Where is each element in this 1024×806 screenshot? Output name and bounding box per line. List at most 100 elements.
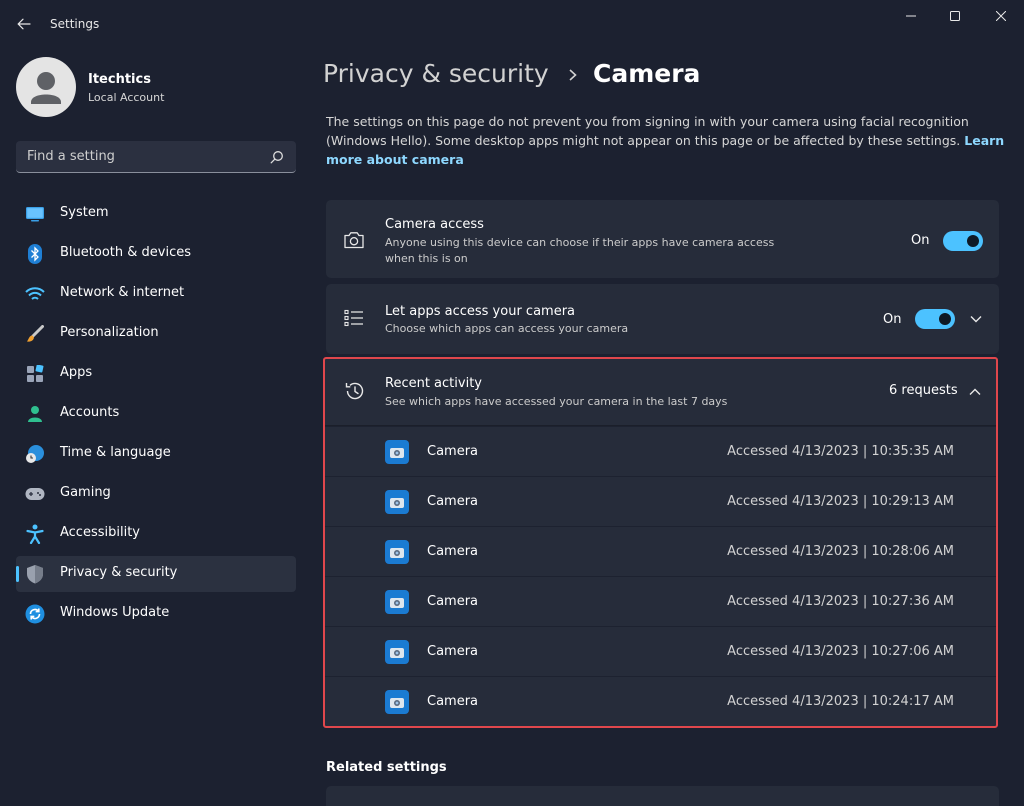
sidebar-item-label: Bluetooth & devices <box>60 245 191 260</box>
access-time: Accessed 4/13/2023 | 10:27:06 AM <box>727 644 954 659</box>
shield-icon <box>25 564 45 584</box>
camera-access-state: On <box>911 233 930 248</box>
sidebar-item-network[interactable]: Network & internet <box>16 276 296 312</box>
recent-activity-title: Recent activity <box>385 376 482 391</box>
app-name: Camera <box>427 444 479 459</box>
selection-indicator <box>16 566 19 582</box>
app-name: Camera <box>427 544 479 559</box>
access-time: Accessed 4/13/2023 | 10:27:36 AM <box>727 594 954 609</box>
sidebar-item-label: Personalization <box>60 325 159 340</box>
paintbrush-icon <box>25 324 45 344</box>
recent-activity-panel: Recent activity See which apps have acce… <box>323 357 998 728</box>
app-name: Camera <box>427 644 479 659</box>
app-access-card[interactable]: Let apps access your camera Choose which… <box>326 284 999 354</box>
request-count: 6 requests <box>889 383 958 398</box>
gamepad-icon <box>25 484 45 504</box>
sidebar-item-gaming[interactable]: Gaming <box>16 476 296 512</box>
sidebar-item-label: System <box>60 205 109 220</box>
app-name: Camera <box>427 594 479 609</box>
list-item: Camera Accessed 4/13/2023 | 10:27:36 AM <box>325 576 996 626</box>
user-silhouette-icon <box>31 72 61 104</box>
account-type: Local Account <box>88 91 165 104</box>
apps-icon <box>25 364 45 384</box>
sidebar-item-time-language[interactable]: Time & language <box>16 436 296 472</box>
toggle-knob <box>939 313 951 325</box>
profile-name: Itechtics <box>88 72 151 87</box>
sidebar-item-apps[interactable]: Apps <box>16 356 296 392</box>
app-title: Settings <box>50 17 100 31</box>
app-access-toggle[interactable] <box>915 309 955 329</box>
avatar[interactable] <box>16 57 76 117</box>
sidebar-item-accounts[interactable]: Accounts <box>16 396 296 432</box>
page-title: Camera <box>593 59 701 88</box>
search-icon[interactable] <box>270 150 284 164</box>
app-access-subtitle: Choose which apps can access your camera <box>385 322 629 335</box>
access-time: Accessed 4/13/2023 | 10:35:35 AM <box>727 444 954 459</box>
sidebar-item-label: Windows Update <box>60 605 170 620</box>
chevron-down-icon[interactable] <box>969 312 983 326</box>
minimize-button[interactable] <box>888 0 934 32</box>
sidebar-item-label: Network & internet <box>60 285 185 300</box>
camera-access-card: Camera access Anyone using this device c… <box>326 200 999 278</box>
list-item: Camera Accessed 4/13/2023 | 10:27:06 AM <box>325 626 996 676</box>
maximize-button[interactable] <box>932 0 978 32</box>
page-description: The settings on this page do not prevent… <box>326 112 1006 169</box>
camera-access-subtitle: Anyone using this device can choose if t… <box>385 236 775 265</box>
toggle-knob <box>967 235 979 247</box>
list-item: Camera Accessed 4/13/2023 | 10:35:35 AM <box>325 426 996 476</box>
recent-activity-header[interactable]: Recent activity See which apps have acce… <box>325 359 996 426</box>
camera-access-title: Camera access <box>385 217 484 232</box>
sidebar-item-accessibility[interactable]: Accessibility <box>16 516 296 552</box>
close-icon <box>996 11 1006 21</box>
sidebar-item-windows-update[interactable]: Windows Update <box>16 596 296 632</box>
access-time: Accessed 4/13/2023 | 10:29:13 AM <box>727 494 954 509</box>
access-time: Accessed 4/13/2023 | 10:24:17 AM <box>727 694 954 709</box>
wifi-icon <box>25 284 45 304</box>
close-button[interactable] <box>978 0 1024 32</box>
sidebar-item-privacy-security[interactable]: Privacy & security <box>16 556 296 592</box>
sidebar-item-label: Accounts <box>60 405 120 420</box>
camera-app-icon <box>385 590 409 614</box>
list-item: Camera Accessed 4/13/2023 | 10:24:17 AM <box>325 676 996 726</box>
monitor-icon <box>25 204 45 224</box>
sidebar-item-label: Time & language <box>60 445 171 460</box>
title-bar: Settings <box>0 0 1024 48</box>
sidebar-item-label: Gaming <box>60 485 111 500</box>
sidebar-item-label: Privacy & security <box>60 565 178 580</box>
recent-activity-subtitle: See which apps have accessed your camera… <box>385 395 728 408</box>
list-item: Camera Accessed 4/13/2023 | 10:29:13 AM <box>325 476 996 526</box>
camera-app-icon <box>385 640 409 664</box>
sidebar-item-personalization[interactable]: Personalization <box>16 316 296 352</box>
related-settings-card[interactable] <box>326 786 999 806</box>
bluetooth-icon <box>25 244 45 264</box>
camera-app-icon <box>385 490 409 514</box>
app-name: Camera <box>427 494 479 509</box>
sidebar-item-label: Accessibility <box>60 525 140 540</box>
back-button[interactable] <box>8 8 40 40</box>
app-access-title: Let apps access your camera <box>385 304 576 319</box>
sidebar-item-bluetooth[interactable]: Bluetooth & devices <box>16 236 296 272</box>
sidebar-item-system[interactable]: System <box>16 196 296 232</box>
list-item: Camera Accessed 4/13/2023 | 10:28:06 AM <box>325 526 996 576</box>
search-input[interactable] <box>16 141 256 171</box>
chevron-right-icon <box>569 69 577 81</box>
globe-clock-icon <box>25 444 45 464</box>
sidebar-item-label: Apps <box>60 365 93 380</box>
camera-app-icon <box>385 540 409 564</box>
camera-access-toggle[interactable] <box>943 231 983 251</box>
app-access-state: On <box>883 312 902 327</box>
back-arrow-icon <box>17 18 31 30</box>
related-settings-heading: Related settings <box>326 760 447 775</box>
update-icon <box>25 604 45 624</box>
search-box[interactable] <box>16 141 296 173</box>
minimize-icon <box>906 15 916 17</box>
maximize-icon <box>950 11 960 21</box>
chevron-up-icon[interactable] <box>968 385 982 399</box>
camera-icon <box>342 228 366 252</box>
description-text: The settings on this page do not prevent… <box>326 114 969 148</box>
list-icon <box>342 306 366 330</box>
history-icon <box>343 379 367 403</box>
camera-app-icon <box>385 440 409 464</box>
camera-app-icon <box>385 690 409 714</box>
breadcrumb-parent[interactable]: Privacy & security <box>323 59 549 88</box>
